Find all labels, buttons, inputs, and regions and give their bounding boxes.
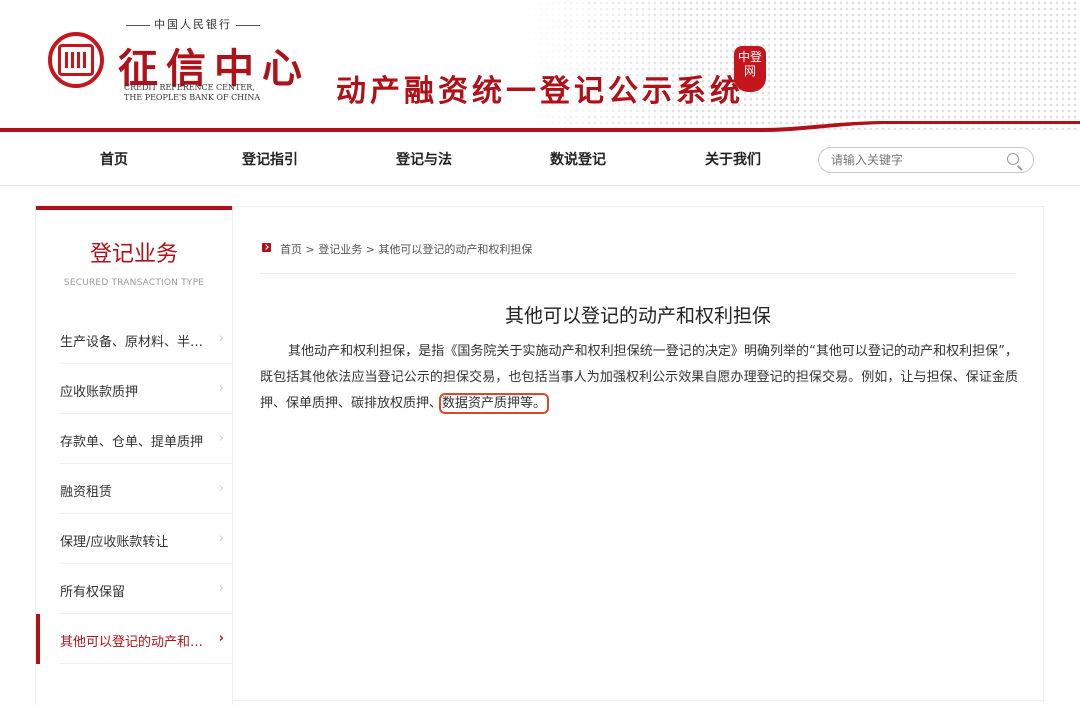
active-indicator — [36, 614, 40, 664]
content-panel — [232, 206, 1044, 701]
nav-registration-guide[interactable]: 登记指引 — [242, 149, 298, 169]
article-body: 其他动产和权利担保，是指《国务院关于实施动产和权利担保统一登记的决定》明确列举的… — [260, 339, 1018, 417]
logo-subheading: 中国人民银行 — [122, 16, 282, 32]
header-red-band — [0, 121, 1080, 132]
chevron-right-icon: › — [218, 481, 224, 496]
system-title: 动产融资统一登记公示系统 — [336, 74, 744, 109]
sidebar-item-label: 所有权保留 — [60, 585, 126, 600]
search-input[interactable] — [831, 151, 991, 169]
breadcrumb-divider — [260, 273, 1016, 274]
sidebar-item-other-security-interests[interactable]: 其他可以登记的动产和权利担保 › — [36, 614, 232, 664]
nav-registration-data[interactable]: 数说登记 — [550, 149, 606, 169]
highlighted-text: 数据资产质押等。 — [439, 393, 550, 414]
breadcrumb-home-link[interactable]: 首页 — [280, 243, 302, 256]
chevron-right-icon: › — [218, 531, 224, 546]
credit-center-logo-icon[interactable] — [48, 32, 104, 88]
article-title: 其他可以登记的动产和权利担保 — [504, 305, 771, 327]
chevron-right-icon: › — [218, 331, 224, 346]
search-box — [818, 147, 1034, 173]
sidebar-item-deposit-receipt-pledge[interactable]: 存款单、仓单、提单质押 › — [36, 414, 232, 464]
nav-registration-law[interactable]: 登记与法 — [396, 149, 452, 169]
sidebar-item-financial-leasing[interactable]: 融资租赁 › — [36, 464, 232, 514]
sidebar-item-label: 生产设备、原材料、半成品、产品抵押 — [60, 335, 216, 350]
search-icon[interactable] — [1007, 153, 1019, 165]
logo-english-name: CREDIT REFERENCE CENTER, THE PEOPLE'S BA… — [124, 83, 261, 102]
breadcrumb-current: 其他可以登记的动产和权利担保 — [378, 243, 533, 256]
sidebar-item-label: 保理/应收账款转让 — [60, 535, 169, 550]
zhongdeng-seal-icon: 中登网 — [734, 46, 766, 92]
nav-about-us[interactable]: 关于我们 — [705, 149, 761, 169]
sidebar-item-label: 应收账款质押 — [60, 385, 139, 400]
site-header: 中国人民银行 征信中心 CREDIT REFERENCE CENTER, THE… — [0, 0, 1080, 135]
nav-home[interactable]: 首页 — [100, 149, 128, 169]
sidebar-item-equipment-mortgage[interactable]: 生产设备、原材料、半成品、产品抵押 › — [36, 314, 232, 364]
breadcrumb-separator: > — [302, 243, 319, 256]
sidebar-item-factoring[interactable]: 保理/应收账款转让 › — [36, 514, 232, 564]
chevron-right-icon: › — [218, 381, 224, 396]
article-text: 其他动产和权利担保，是指《国务院关于实施动产和权利担保统一登记的决定》明确列举的… — [260, 344, 1018, 411]
sidebar-title: 登记业务 — [89, 242, 178, 267]
sidebar-subtitle: SECURED TRANSACTION TYPE — [63, 278, 205, 288]
breadcrumb-arrow-icon — [262, 243, 271, 252]
sidebar-item-retention-of-title[interactable]: 所有权保留 › — [36, 564, 232, 614]
world-map-decoration — [520, 0, 1080, 130]
sidebar-item-label: 存款单、仓单、提单质押 — [60, 435, 204, 450]
breadcrumb-registration-link[interactable]: 登记业务 — [318, 243, 362, 256]
chevron-right-icon: › — [218, 431, 224, 446]
chevron-right-icon: › — [218, 581, 224, 596]
sidebar-item-label: 其他可以登记的动产和权利担保 — [60, 635, 216, 650]
breadcrumb: 首页 > 登记业务 > 其他可以登记的动产和权利担保 — [280, 241, 532, 257]
divider — [60, 663, 232, 664]
chevron-right-icon: › — [218, 631, 224, 646]
sidebar: 登记业务 SECURED TRANSACTION TYPE 生产设备、原材料、半… — [36, 206, 232, 705]
breadcrumb-separator: > — [362, 243, 379, 256]
sidebar-item-receivables-pledge[interactable]: 应收账款质押 › — [36, 364, 232, 414]
sidebar-item-label: 融资租赁 — [60, 485, 113, 500]
